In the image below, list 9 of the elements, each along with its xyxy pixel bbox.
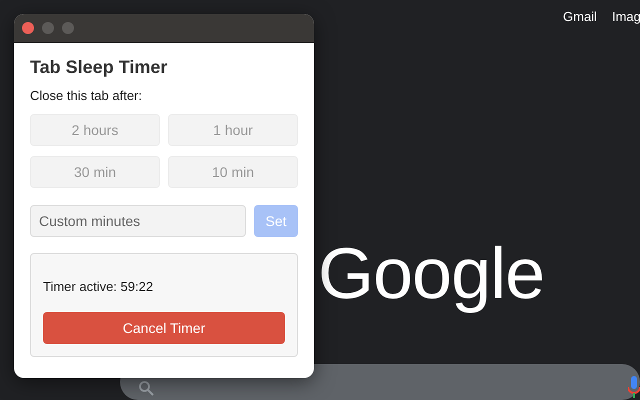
- close-button[interactable]: [22, 22, 34, 34]
- timer-status: Timer active: 59:22: [43, 279, 154, 294]
- prompt-label: Close this tab after:: [30, 88, 143, 103]
- popup-title: Tab Sleep Timer: [30, 57, 168, 78]
- cancel-timer-button[interactable]: Cancel Timer: [43, 312, 285, 344]
- microphone-icon[interactable]: [628, 376, 640, 398]
- search-icon: [138, 380, 154, 396]
- header-link[interactable]: Imag: [612, 9, 640, 24]
- header-link[interactable]: Gmail: [563, 9, 597, 24]
